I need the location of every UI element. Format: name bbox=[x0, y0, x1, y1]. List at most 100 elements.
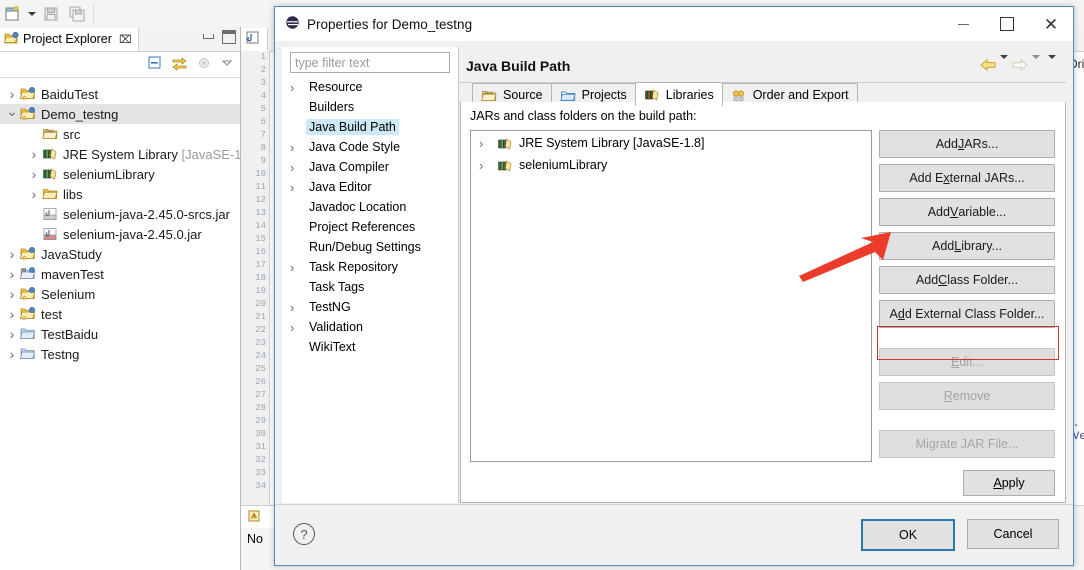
new-wizard-icon[interactable] bbox=[0, 2, 26, 26]
properties-tree-item[interactable]: Javadoc Location bbox=[282, 197, 458, 217]
project-tree[interactable]: BaiduTest Demo_testngsrc JRE System Librar… bbox=[0, 78, 252, 364]
properties-page-tree[interactable]: type filter text › Resource Builders Java B… bbox=[282, 47, 459, 503]
forward-dropdown-caret[interactable] bbox=[1032, 55, 1040, 73]
properties-tree-item[interactable]: › Validation bbox=[282, 317, 458, 337]
chevron-right-icon[interactable] bbox=[4, 306, 20, 322]
tab-project-explorer[interactable]: Project Explorer ⌧ bbox=[0, 27, 139, 51]
chevron-right-icon[interactable] bbox=[4, 266, 20, 282]
close-icon[interactable]: ⌧ bbox=[119, 33, 132, 46]
dialog-titlebar[interactable]: Properties for Demo_testng ✕ bbox=[275, 7, 1073, 41]
project-tree-item[interactable]: Selenium bbox=[0, 284, 240, 304]
line-number: 21 bbox=[255, 312, 266, 322]
view-menu-icon[interactable] bbox=[196, 55, 212, 74]
project-tree-item[interactable]: test bbox=[0, 304, 240, 324]
chevron-right-icon[interactable] bbox=[4, 326, 20, 342]
project-tree-item[interactable]: libs bbox=[0, 184, 240, 204]
project-tree-item[interactable]: JavaStudy bbox=[0, 244, 240, 264]
chevron-right-icon[interactable]: › bbox=[290, 260, 306, 275]
properties-tree-item[interactable]: Run/Debug Settings bbox=[282, 237, 458, 257]
project-tree-item[interactable]: selenium-java-2.45.0.jar bbox=[0, 224, 240, 244]
button-add-library[interactable]: Add Library... bbox=[879, 232, 1055, 260]
chevron-right-icon[interactable]: › bbox=[479, 158, 497, 173]
chevron-right-icon[interactable] bbox=[26, 146, 42, 162]
tab-libraries[interactable]: Libraries bbox=[634, 82, 723, 106]
properties-tree-item[interactable]: › Resource bbox=[282, 77, 458, 97]
button-add-jars[interactable]: Add J ARs... bbox=[879, 130, 1055, 158]
chevron-right-icon[interactable]: › bbox=[290, 180, 306, 195]
project-tree-item[interactable]: Testng bbox=[0, 344, 240, 364]
close-button[interactable]: ✕ bbox=[1029, 7, 1073, 41]
properties-tree-item[interactable]: Builders bbox=[282, 97, 458, 117]
button-label-pre: Add bbox=[927, 205, 950, 219]
apply-button[interactable]: Apply bbox=[963, 470, 1055, 496]
maximize-view-icon[interactable] bbox=[222, 30, 236, 44]
properties-tree-list[interactable]: › Resource Builders Java Build Path › Java Co… bbox=[282, 77, 458, 357]
button-add-class-folder[interactable]: Add Class Folder... bbox=[879, 266, 1055, 294]
jar-list-item[interactable]: › JRE System Library [JavaSE-1.8] bbox=[471, 133, 871, 153]
properties-tree-item[interactable]: › Java Editor bbox=[282, 177, 458, 197]
properties-tree-item[interactable]: › Java Code Style bbox=[282, 137, 458, 157]
properties-tree-item[interactable]: › TestNG bbox=[282, 297, 458, 317]
editor-tab[interactable] bbox=[241, 27, 268, 51]
project-tree-item[interactable]: seleniumLibrary bbox=[0, 164, 240, 184]
line-number: 17 bbox=[255, 260, 266, 270]
project-tree-item[interactable]: JRE System Library [JavaSE-1.8 bbox=[0, 144, 252, 164]
chevron-right-icon[interactable]: › bbox=[290, 300, 306, 315]
filter-input[interactable]: type filter text bbox=[290, 52, 450, 73]
back-dropdown-caret[interactable] bbox=[1000, 55, 1008, 73]
new-dropdown-caret[interactable] bbox=[26, 2, 38, 26]
chevron-right-icon[interactable] bbox=[4, 286, 20, 302]
chevron-right-icon[interactable]: › bbox=[290, 320, 306, 335]
properties-tree-item[interactable]: WikiText bbox=[282, 337, 458, 357]
back-arrow-icon[interactable] bbox=[978, 57, 998, 76]
properties-tree-item-label: Resource bbox=[309, 80, 363, 94]
button-add-variable[interactable]: Add Variable... bbox=[879, 198, 1055, 226]
collapse-all-icon[interactable] bbox=[147, 55, 163, 74]
project-tree-item[interactable]: selenium-java-2.45.0-srcs.jar bbox=[0, 204, 240, 224]
properties-tree-item[interactable]: Task Tags bbox=[282, 277, 458, 297]
forward-arrow-icon[interactable] bbox=[1010, 57, 1030, 76]
button-label-post: rate JAR File... bbox=[935, 437, 1019, 451]
save-icon[interactable] bbox=[38, 2, 64, 26]
button-add-external-jars[interactable]: Add Ex ternal JARs... bbox=[879, 164, 1055, 192]
project-tree-item[interactable]: BaiduTest bbox=[0, 84, 240, 104]
properties-tree-item[interactable]: Java Build Path bbox=[282, 117, 458, 137]
help-icon[interactable]: ? bbox=[293, 523, 315, 545]
chevron-right-icon[interactable] bbox=[4, 346, 20, 362]
project-tree-item[interactable]: src bbox=[0, 124, 240, 144]
maximize-button[interactable] bbox=[985, 7, 1029, 41]
chevron-right-icon[interactable]: › bbox=[290, 80, 306, 95]
chevron-right-icon[interactable]: › bbox=[290, 160, 306, 175]
jar-list-item[interactable]: › seleniumLibrary bbox=[471, 155, 871, 175]
chevron-down-icon[interactable] bbox=[4, 111, 20, 117]
link-with-editor-icon[interactable] bbox=[171, 55, 188, 74]
properties-tree-item[interactable]: Project References bbox=[282, 217, 458, 237]
line-number: 30 bbox=[255, 429, 266, 439]
project-explorer-view: Project Explorer ⌧ BaiduTest Demo_testngs… bbox=[0, 27, 252, 570]
project-tree-item[interactable]: TestBaidu bbox=[0, 324, 240, 344]
project-tree-item[interactable]: Demo_testng bbox=[0, 104, 240, 124]
project-tree-item[interactable]: MmavenTest bbox=[0, 264, 240, 284]
chevron-right-icon[interactable] bbox=[26, 166, 42, 182]
jars-list-label: JARs and class folders on the build path… bbox=[470, 109, 697, 123]
chevron-right-icon[interactable] bbox=[4, 246, 20, 262]
minimize-button[interactable] bbox=[941, 7, 985, 41]
chevron-right-icon[interactable] bbox=[26, 186, 42, 202]
button-add-external-class-folder[interactable]: Add External Class Folder... bbox=[879, 300, 1055, 328]
chevron-right-icon[interactable] bbox=[4, 86, 20, 102]
minimize-view-icon[interactable] bbox=[202, 30, 215, 43]
properties-tree-item[interactable]: › Java Compiler bbox=[282, 157, 458, 177]
cancel-button[interactable]: Cancel bbox=[967, 519, 1059, 549]
view-chevron-icon[interactable] bbox=[220, 56, 234, 73]
properties-tree-item-label: Task Repository bbox=[309, 260, 398, 274]
chevron-right-icon[interactable]: › bbox=[479, 136, 497, 151]
project-tree-item-label: test bbox=[41, 306, 62, 322]
chevron-right-icon[interactable]: › bbox=[290, 140, 306, 155]
ok-button[interactable]: OK bbox=[861, 519, 955, 551]
save-all-icon[interactable] bbox=[64, 2, 90, 26]
properties-tree-item-label: Validation bbox=[309, 320, 363, 334]
button-remove: Remove bbox=[879, 382, 1055, 410]
jars-list[interactable]: › JRE System Library [JavaSE-1.8] › seleniu… bbox=[470, 130, 872, 462]
view-menu-caret[interactable] bbox=[1048, 55, 1056, 73]
properties-tree-item[interactable]: › Task Repository bbox=[282, 257, 458, 277]
